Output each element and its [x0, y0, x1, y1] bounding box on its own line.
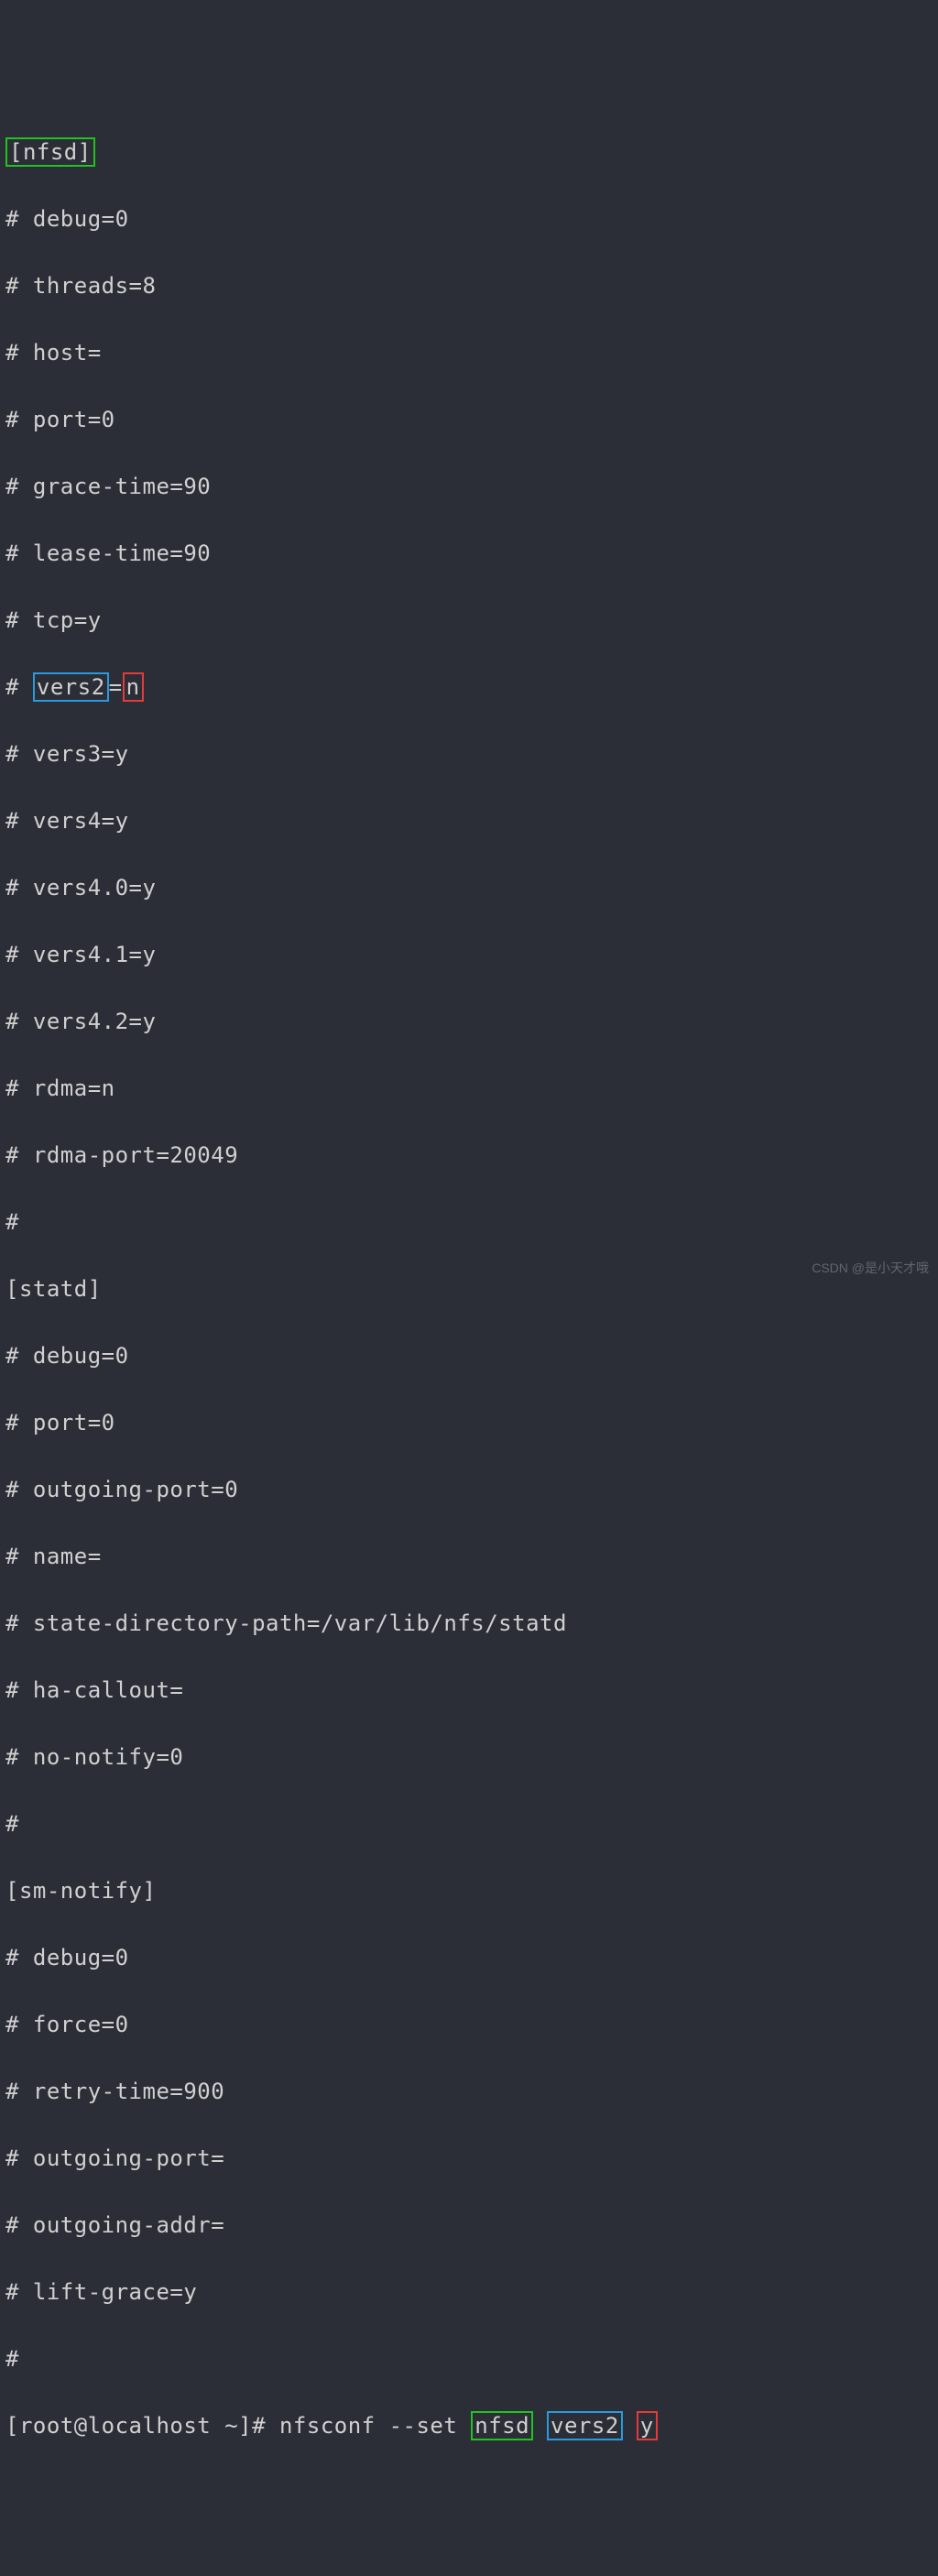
shell-prompt-line[interactable]: [root@localhost ~]# nfsconf --set nfsd v…: [5, 2409, 933, 2443]
config-line: # vers4.0=y: [5, 871, 933, 905]
watermark: CSDN @是小天才哦: [812, 1251, 929, 1285]
config-line: #: [5, 1807, 933, 1841]
config-line: # force=0: [5, 2008, 933, 2042]
config-line: # rdma-port=20049: [5, 1139, 933, 1173]
shell-prompt: [root@localhost ~]#: [5, 2413, 279, 2439]
section-header-sm-notify: [sm-notify]: [5, 1874, 933, 1908]
config-line: #: [5, 1206, 933, 1239]
nfsd-section-box: [nfsd]: [5, 137, 95, 167]
equals-sign: =: [109, 674, 123, 700]
config-line: # host=: [5, 336, 933, 370]
config-line: # state-directory-path=/var/lib/nfs/stat…: [5, 1607, 933, 1641]
config-line: # name=: [5, 1540, 933, 1574]
config-line: # debug=0: [5, 202, 933, 236]
comment-prefix: #: [5, 674, 33, 700]
space: [623, 2413, 637, 2439]
config-line: # vers4=y: [5, 804, 933, 838]
config-line: # outgoing-addr=: [5, 2209, 933, 2243]
config-line: # vers3=y: [5, 737, 933, 771]
config-line: # ha-callout=: [5, 1674, 933, 1708]
config-line: # port=0: [5, 1406, 933, 1440]
config-line: # debug=0: [5, 1941, 933, 1975]
config-line: # no-notify=0: [5, 1741, 933, 1774]
vers2-value-box: n: [123, 672, 144, 702]
config-line: # lift-grace=y: [5, 2276, 933, 2309]
section-header-nfsd: [nfsd]: [5, 136, 933, 169]
config-line: # vers4.2=y: [5, 1005, 933, 1039]
config-line: # grace-time=90: [5, 470, 933, 504]
config-line-vers2: # vers2=n: [5, 671, 933, 704]
config-line: #: [5, 2342, 933, 2376]
config-line: # outgoing-port=0: [5, 1473, 933, 1507]
config-line: # lease-time=90: [5, 537, 933, 571]
config-line: # retry-time=900: [5, 2075, 933, 2109]
command-text: nfsconf --set: [279, 2413, 471, 2439]
config-line: # rdma=n: [5, 1072, 933, 1106]
config-line: # debug=0: [5, 1339, 933, 1373]
config-line: # port=0: [5, 403, 933, 437]
config-line: # outgoing-port=: [5, 2142, 933, 2176]
config-line: # vers4.1=y: [5, 938, 933, 972]
space: [533, 2413, 547, 2439]
config-line: # threads=8: [5, 269, 933, 303]
config-line: # tcp=y: [5, 604, 933, 638]
cmd-vers2-box: vers2: [547, 2411, 623, 2440]
cmd-value-box: y: [637, 2411, 658, 2440]
cmd-nfsd-box: nfsd: [471, 2411, 533, 2440]
vers2-key-box: vers2: [33, 672, 109, 702]
section-header-statd: [statd]: [5, 1272, 933, 1306]
